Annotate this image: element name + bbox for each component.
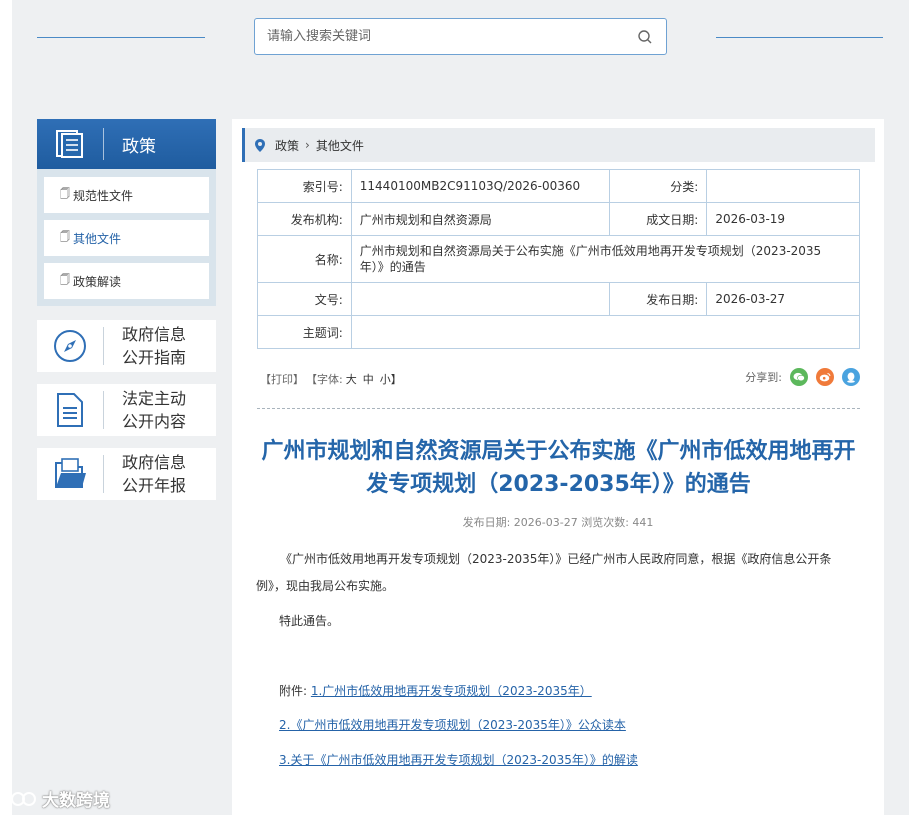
font-size-medium-button[interactable]: 中 bbox=[363, 371, 374, 387]
breadcrumb-current[interactable]: 其他文件 bbox=[316, 137, 364, 154]
attachment-link[interactable]: 3.关于《广州市低效用地再开发专项规划（2023-2035年）》的解读 bbox=[279, 753, 638, 767]
table-row: 发布机构: 广州市规划和自然资源局 成文日期: 2026-03-19 bbox=[257, 202, 860, 236]
article-paragraph: 特此通告。 bbox=[279, 614, 340, 628]
meta-value: 2026-03-27 bbox=[706, 282, 860, 316]
breadcrumb-root[interactable]: 政策 bbox=[275, 137, 299, 154]
document-meta-table: 索引号: 11440100MB2C91103Q/2026-00360 分类: 发… bbox=[257, 169, 861, 349]
meta-label: 文号: bbox=[257, 282, 352, 316]
table-row: 主题词: bbox=[257, 315, 861, 349]
article-paragraph: 《广州市低效用地再开发专项规划（2023-2035年）》已经广州市人民政府同意，… bbox=[256, 552, 832, 593]
attachment-line: 3.关于《广州市低效用地再开发专项规划（2023-2035年）》的解读 bbox=[279, 751, 638, 768]
meta-label: 索引号: bbox=[257, 169, 352, 203]
meta-label: 名称: bbox=[257, 235, 352, 283]
sidebar-item-label: 政策解读 bbox=[73, 274, 122, 289]
sidebar-menu: 🗍 规范性文件 🗍 其他文件 🗍 政策解读 bbox=[37, 169, 216, 306]
page-icon: 🗍 bbox=[60, 274, 70, 286]
meta-value: 广州市规划和自然资源局 bbox=[350, 202, 610, 236]
font-size-large-button[interactable]: 大 bbox=[346, 371, 357, 387]
article-toolbar: 【打印】 【字体: 大 中 小】 分享到: bbox=[260, 368, 860, 388]
meta-value: 广州市规划和自然资源局关于公布实施《广州市低效用地再开发专项规划（2023-20… bbox=[350, 235, 861, 283]
page-icon: 🗍 bbox=[60, 188, 70, 200]
article-title: 广州市规划和自然资源局关于公布实施《广州市低效用地再开发专项规划（2023-20… bbox=[261, 439, 856, 497]
card-label: 法定主动 公开内容 bbox=[122, 389, 187, 431]
table-row: 文号: 发布日期: 2026-03-27 bbox=[257, 282, 860, 316]
attachment-line: 2.《广州市低效用地再开发专项规划（2023-2035年）》公众读本 bbox=[279, 716, 626, 733]
main-panel: 政策 › 其他文件 索引号: 11440100MB2C91103Q/2026-0… bbox=[232, 119, 884, 815]
attachment-link[interactable]: 2.《广州市低效用地再开发专项规划（2023-2035年）》公众读本 bbox=[279, 718, 626, 732]
header-decor-line-right bbox=[716, 37, 883, 38]
table-row: 索引号: 11440100MB2C91103Q/2026-00360 分类: bbox=[257, 169, 860, 203]
search-box bbox=[254, 18, 667, 55]
font-size-prefix: 【字体: bbox=[306, 373, 343, 386]
meta-label: 主题词: bbox=[257, 315, 352, 349]
wechat-share-icon[interactable] bbox=[790, 368, 808, 386]
attachment-prefix: 附件: bbox=[279, 684, 311, 698]
attachment-line: 附件: 1.广州市低效用地再开发专项规划（2023-2035年） bbox=[279, 682, 592, 699]
share-bar: 分享到: bbox=[745, 368, 860, 386]
book-icon bbox=[37, 129, 103, 159]
sidebar-item-other[interactable]: 🗍 其他文件 bbox=[44, 220, 209, 256]
card-label: 政府信息 公开年报 bbox=[122, 453, 187, 495]
meta-value bbox=[350, 315, 861, 349]
meta-label: 发布日期: bbox=[608, 282, 708, 316]
font-size-small-button[interactable]: 小】 bbox=[380, 371, 402, 387]
breadcrumb: 政策 › 其他文件 bbox=[242, 128, 875, 162]
location-pin-icon bbox=[255, 138, 265, 152]
folder-icon bbox=[37, 457, 103, 491]
attachment-link[interactable]: 1.广州市低效用地再开发专项规划（2023-2035年） bbox=[311, 684, 592, 698]
document-icon bbox=[37, 392, 103, 428]
meta-value bbox=[706, 169, 860, 203]
sidebar-card-content[interactable]: 法定主动 公开内容 bbox=[37, 384, 216, 436]
sidebar-item-label: 规范性文件 bbox=[73, 188, 134, 203]
meta-value: 2026-03-19 bbox=[706, 202, 860, 236]
sidebar-item-normative[interactable]: 🗍 规范性文件 bbox=[44, 177, 209, 213]
qq-share-icon[interactable] bbox=[842, 368, 860, 386]
divider-dashed bbox=[257, 408, 860, 409]
meta-label: 发布机构: bbox=[257, 202, 352, 236]
sidebar-title: 政策 bbox=[122, 136, 156, 157]
article-publish-info: 发布日期: 2026-03-27 浏览次数: 441 bbox=[462, 516, 654, 529]
page-icon: 🗍 bbox=[60, 231, 70, 243]
chevron-right-icon: › bbox=[305, 138, 310, 152]
meta-label: 分类: bbox=[608, 169, 708, 203]
sidebar-header: 政策 bbox=[37, 119, 216, 169]
meta-value bbox=[350, 282, 610, 316]
search-input[interactable] bbox=[267, 29, 636, 44]
meta-label: 成文日期: bbox=[608, 202, 708, 236]
sidebar-card-report[interactable]: 政府信息 公开年报 bbox=[37, 448, 216, 500]
compass-icon bbox=[37, 328, 103, 364]
sidebar-item-interpretation[interactable]: 🗍 政策解读 bbox=[44, 263, 209, 299]
share-label: 分享到: bbox=[745, 371, 782, 384]
meta-value: 11440100MB2C91103Q/2026-00360 bbox=[350, 169, 610, 203]
header-decor-line-left bbox=[37, 37, 205, 38]
card-label: 政府信息 公开指南 bbox=[122, 325, 187, 367]
watermark-logo-icon bbox=[11, 791, 36, 806]
table-row: 名称: 广州市规划和自然资源局关于公布实施《广州市低效用地再开发专项规划（202… bbox=[257, 235, 861, 283]
sidebar-card-guide[interactable]: 政府信息 公开指南 bbox=[37, 320, 216, 372]
sidebar-item-label: 其他文件 bbox=[73, 231, 122, 246]
weibo-share-icon[interactable] bbox=[816, 368, 834, 386]
print-button[interactable]: 【打印】 bbox=[260, 371, 304, 387]
watermark-text: 大数跨境 bbox=[42, 791, 110, 811]
search-icon[interactable] bbox=[636, 28, 654, 46]
watermark: 大数跨境 bbox=[10, 786, 110, 811]
